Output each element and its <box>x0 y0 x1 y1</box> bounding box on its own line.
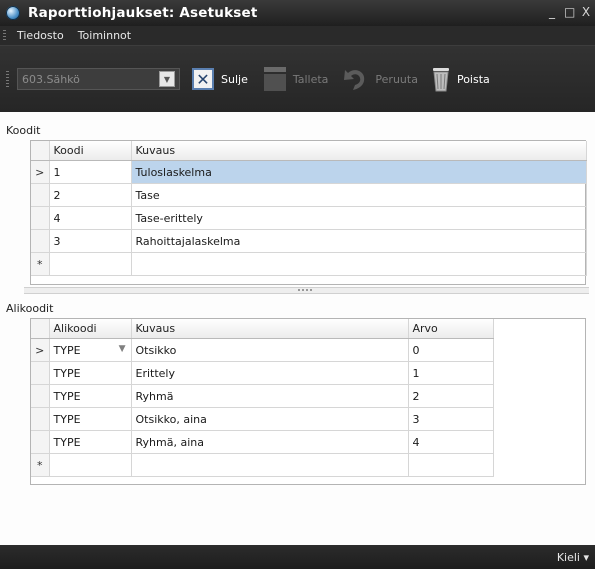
status-bar: Kieli ▾ <box>0 545 595 569</box>
close-box-icon: ✕ <box>192 68 214 90</box>
chevron-down-icon[interactable]: ▼ <box>119 344 126 354</box>
subcode-cell[interactable]: TYPE ▼ <box>49 338 132 362</box>
new-row[interactable]: * <box>31 252 587 276</box>
description-cell[interactable]: Otsikko, aina <box>131 407 409 431</box>
value-cell[interactable]: 3 <box>408 407 494 431</box>
new-description-cell[interactable] <box>131 252 587 276</box>
maximize-icon[interactable]: □ <box>564 5 575 19</box>
title-bar[interactable]: Raporttiohjaukset: Asetukset _ □ X <box>0 0 595 26</box>
codes-grid[interactable]: Koodi Kuvaus > 1 Tuloslaskelma 2 Tase 4 … <box>30 140 587 285</box>
codes-header-description[interactable]: Kuvaus <box>131 141 587 161</box>
new-description-cell[interactable] <box>131 453 409 477</box>
row-header[interactable] <box>31 407 50 431</box>
menu-file[interactable]: Tiedosto <box>10 29 71 42</box>
table-row[interactable]: > TYPE ▼ Otsikko 0 <box>31 338 494 362</box>
close-button-label: Sulje <box>221 72 248 86</box>
new-row-star-icon: * <box>31 453 50 477</box>
undo-button[interactable]: Peruuta <box>342 67 418 91</box>
menu-actions[interactable]: Toiminnot <box>71 29 138 42</box>
menu-grip-icon[interactable] <box>3 30 6 41</box>
row-header[interactable] <box>31 229 50 253</box>
code-cell[interactable]: 2 <box>49 183 132 207</box>
save-button[interactable]: Talleta <box>263 67 329 91</box>
table-row[interactable]: TYPE Ryhmä 2 <box>31 384 494 408</box>
code-cell[interactable]: 1 <box>49 160 132 184</box>
trash-icon <box>432 68 449 92</box>
description-cell[interactable]: Ryhmä, aina <box>131 430 409 454</box>
description-cell[interactable]: Otsikko <box>131 338 409 362</box>
table-row[interactable]: 3 Rahoittajalaskelma <box>31 229 587 253</box>
subcodes-header-subcode[interactable]: Alikoodi <box>49 319 132 339</box>
close-window-icon[interactable]: X <box>581 5 591 19</box>
row-indicator-icon[interactable]: > <box>31 338 50 362</box>
row-header[interactable] <box>31 206 50 230</box>
subcodes-section-label: Alikoodit <box>6 302 54 315</box>
window-title: Raporttiohjaukset: Asetukset <box>28 5 258 21</box>
table-row[interactable]: 4 Tase-erittely <box>31 206 587 230</box>
row-indicator-icon[interactable]: > <box>31 160 50 184</box>
delete-button-label: Poista <box>456 72 490 86</box>
menu-bar: Tiedosto Toiminnot <box>0 26 595 46</box>
value-cell[interactable]: 0 <box>408 338 494 362</box>
description-cell[interactable]: Tase-erittely <box>131 206 587 230</box>
close-button[interactable]: ✕ Sulje <box>192 68 248 90</box>
undo-button-label: Peruuta <box>375 72 418 86</box>
language-dropdown[interactable]: Kieli ▾ <box>557 551 589 564</box>
description-cell[interactable]: Erittely <box>131 361 409 385</box>
window-controls: _ □ X <box>547 5 591 19</box>
subcodes-header-description[interactable]: Kuvaus <box>131 319 409 339</box>
code-cell[interactable]: 4 <box>49 206 132 230</box>
new-code-cell[interactable] <box>49 252 132 276</box>
subcodes-grid[interactable]: Alikoodi Kuvaus Arvo > TYPE ▼ Otsikko 0 … <box>30 318 586 485</box>
subcodes-header-value[interactable]: Arvo <box>408 319 494 339</box>
value-cell[interactable]: 1 <box>408 361 494 385</box>
toolbar: 603.Sähkö ▼ ✕ Sulje Talleta Peruuta Pois… <box>0 46 595 112</box>
company-select-value: 603.Sähkö <box>22 72 80 86</box>
new-value-cell[interactable] <box>408 453 494 477</box>
description-cell[interactable]: Ryhmä <box>131 384 409 408</box>
new-subcode-cell[interactable] <box>49 453 132 477</box>
save-button-label: Talleta <box>292 72 329 86</box>
subcode-cell[interactable]: TYPE <box>49 361 132 385</box>
subcode-cell[interactable]: TYPE <box>49 384 132 408</box>
table-row[interactable]: TYPE Otsikko, aina 3 <box>31 407 494 431</box>
subcodes-header-row: Alikoodi Kuvaus Arvo <box>31 319 494 339</box>
app-icon <box>6 6 20 20</box>
row-header[interactable] <box>31 183 50 207</box>
save-icon <box>263 67 286 91</box>
chevron-down-icon[interactable]: ▼ <box>159 71 175 87</box>
subcode-cell[interactable]: TYPE <box>49 407 132 431</box>
undo-icon <box>344 70 365 90</box>
table-row[interactable]: TYPE Erittely 1 <box>31 361 494 385</box>
table-row[interactable]: > 1 Tuloslaskelma <box>31 160 587 184</box>
subcode-value: TYPE <box>53 343 81 357</box>
subcode-cell[interactable]: TYPE <box>49 430 132 454</box>
main-window: Raporttiohjaukset: Asetukset _ □ X Tiedo… <box>0 0 595 569</box>
delete-button[interactable]: Poista <box>432 66 490 92</box>
codes-header-row: Koodi Kuvaus <box>31 141 587 161</box>
subcodes-header-corner <box>31 319 50 339</box>
row-header[interactable] <box>31 430 50 454</box>
description-cell[interactable]: Tuloslaskelma <box>131 160 587 184</box>
row-header[interactable] <box>31 384 50 408</box>
company-select[interactable]: 603.Sähkö ▼ <box>17 68 180 90</box>
codes-header-code[interactable]: Koodi <box>49 141 132 161</box>
row-header[interactable] <box>31 361 50 385</box>
grid-splitter[interactable] <box>24 287 589 294</box>
splitter-grip-icon <box>298 289 314 291</box>
new-row[interactable]: * <box>31 453 494 477</box>
codes-header-corner <box>31 141 50 161</box>
table-row[interactable]: TYPE Ryhmä, aina 4 <box>31 430 494 454</box>
codes-section-label: Koodit <box>6 124 41 137</box>
client-area: Koodit Koodi Kuvaus > 1 Tuloslaskelma 2 … <box>0 112 595 545</box>
value-cell[interactable]: 4 <box>408 430 494 454</box>
description-cell[interactable]: Tase <box>131 183 587 207</box>
value-cell[interactable]: 2 <box>408 384 494 408</box>
code-cell[interactable]: 3 <box>49 229 132 253</box>
description-cell[interactable]: Rahoittajalaskelma <box>131 229 587 253</box>
table-row[interactable]: 2 Tase <box>31 183 587 207</box>
new-row-star-icon: * <box>31 252 50 276</box>
minimize-icon[interactable]: _ <box>547 5 557 19</box>
toolbar-grip-icon[interactable] <box>6 71 9 87</box>
